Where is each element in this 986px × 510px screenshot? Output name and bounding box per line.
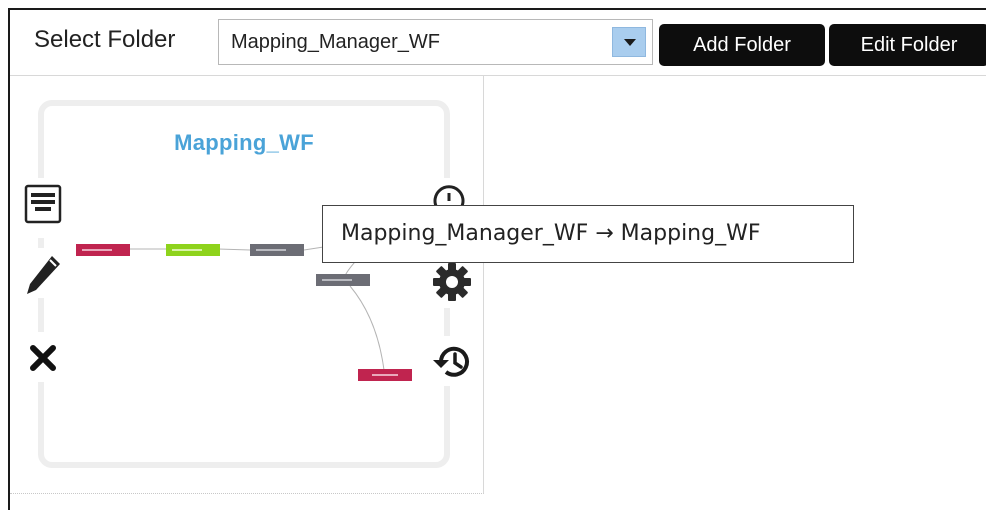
close-icon[interactable]: [29, 344, 57, 372]
folder-toolbar: Select Folder Mapping_Manager_WF Add Fol…: [10, 10, 986, 76]
chevron-down-icon[interactable]: [612, 27, 646, 57]
pencil-icon[interactable]: [24, 252, 64, 298]
select-folder-label: Select Folder: [34, 26, 176, 53]
folder-dropdown[interactable]: Mapping_Manager_WF: [218, 19, 653, 65]
add-folder-button[interactable]: Add Folder: [659, 24, 825, 66]
edit-folder-button[interactable]: Edit Folder: [829, 24, 986, 66]
notes-icon[interactable]: [24, 184, 62, 226]
workflow-tooltip: Mapping_Manager_WF → Mapping_WF: [322, 205, 854, 263]
folder-dropdown-value: Mapping_Manager_WF: [231, 31, 440, 53]
gear-icon[interactable]: [432, 262, 472, 302]
workflow-title[interactable]: Mapping_WF: [38, 130, 450, 156]
history-icon[interactable]: [431, 342, 473, 382]
